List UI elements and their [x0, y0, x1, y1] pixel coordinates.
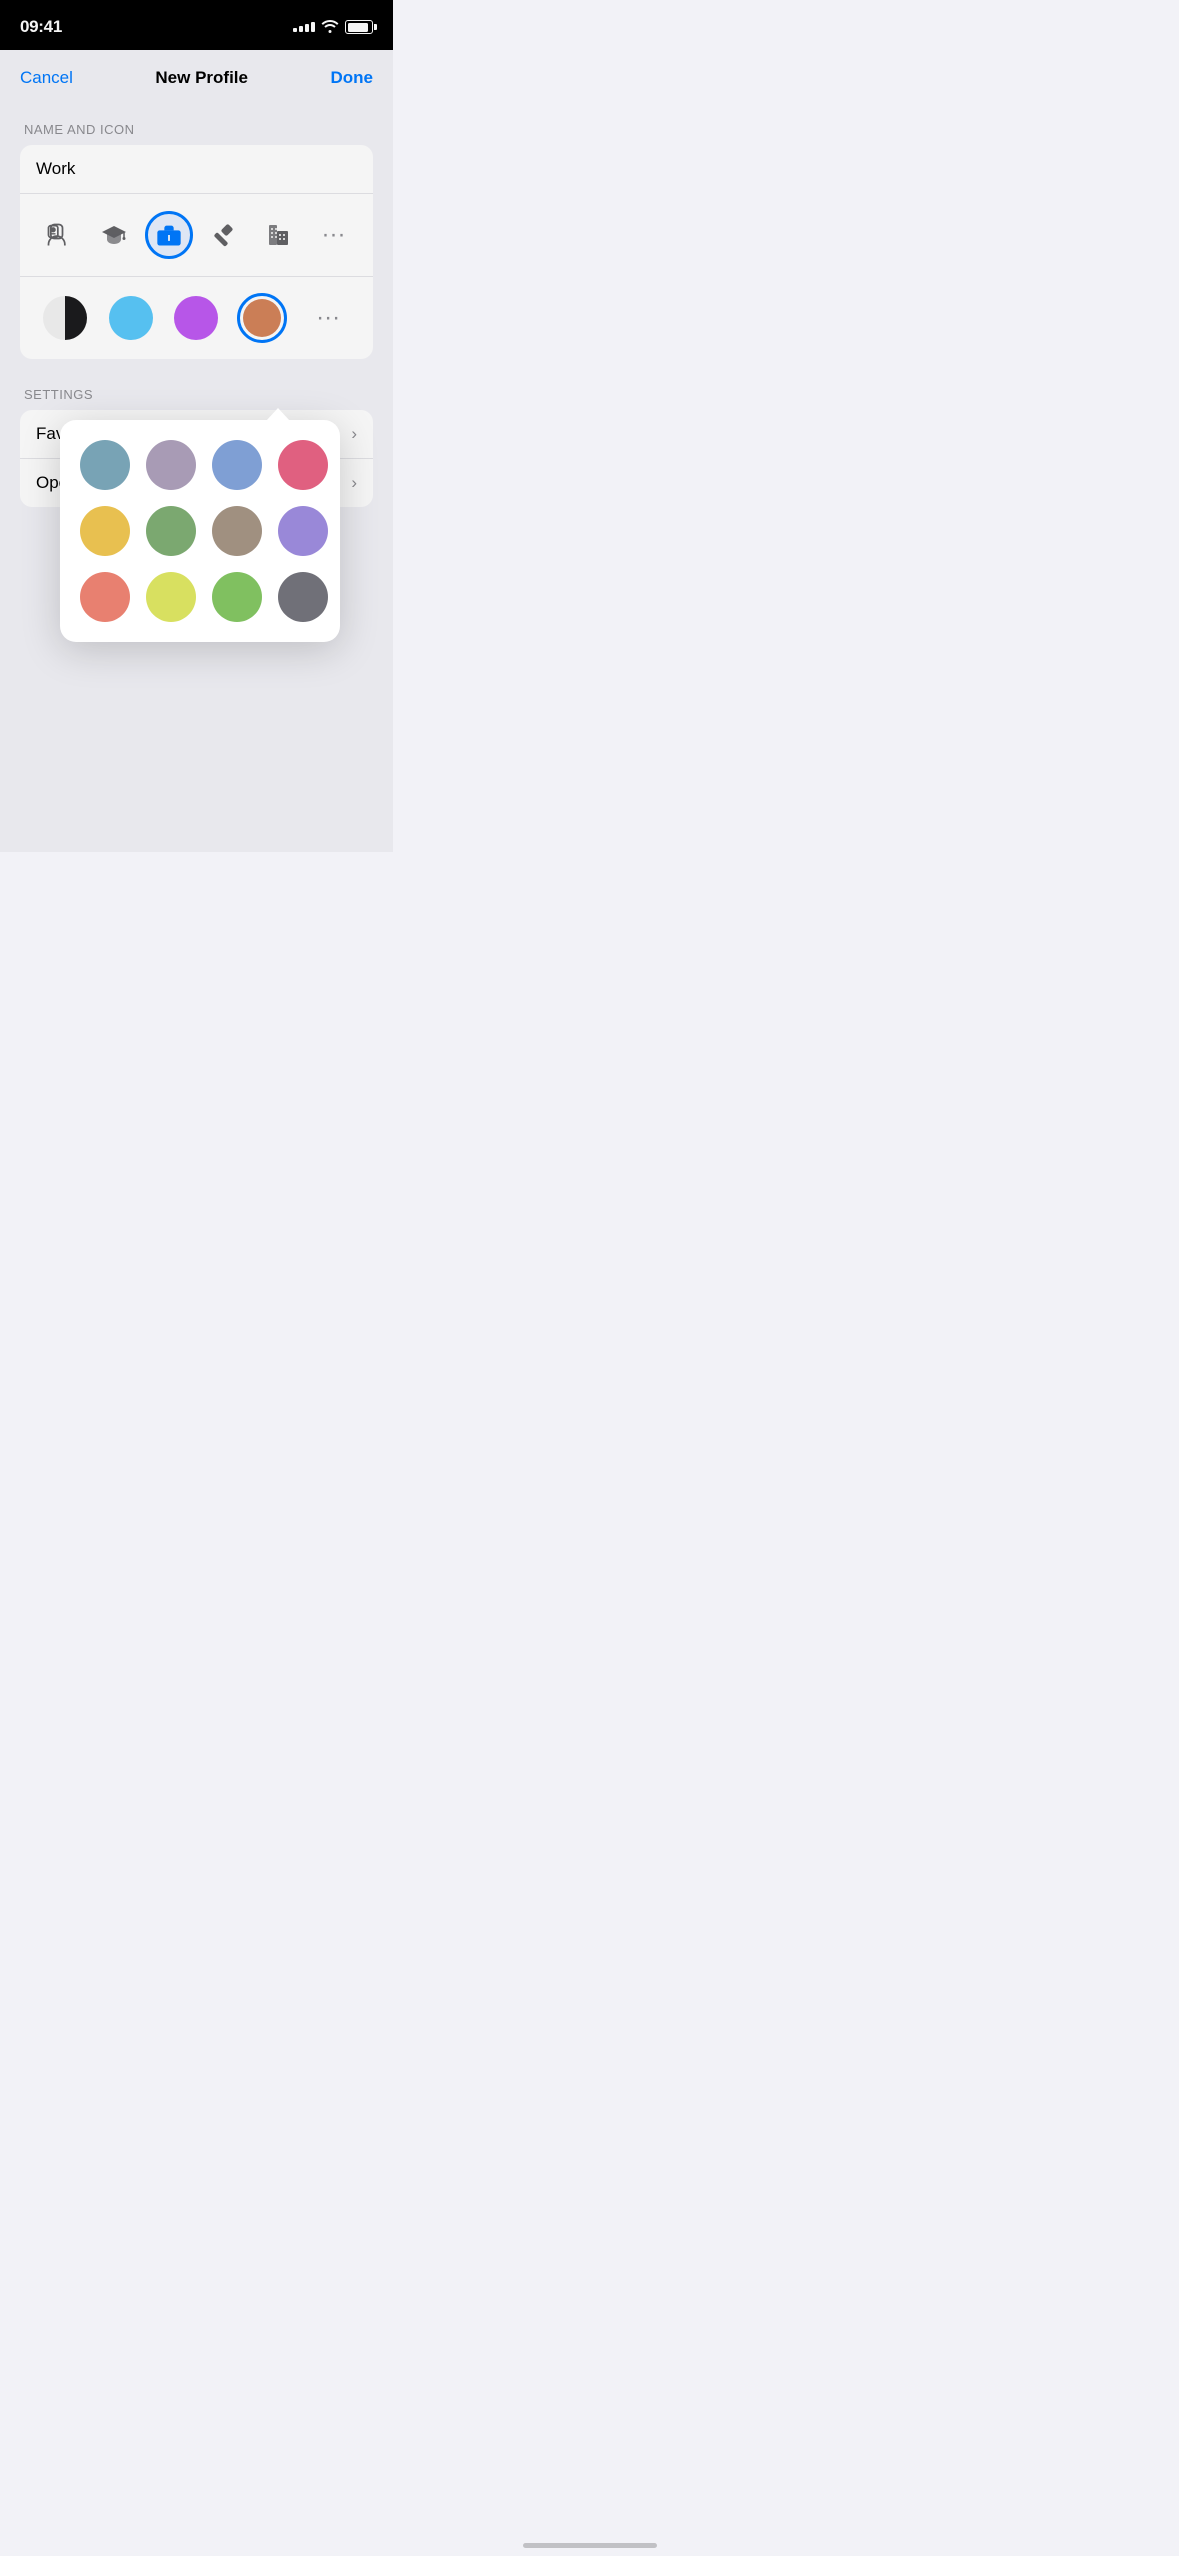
- home-indicator: [523, 2543, 657, 2548]
- color-grid-item-yellow[interactable]: [80, 506, 130, 556]
- color-grid-item-lime-yellow[interactable]: [146, 572, 196, 622]
- color-grid-item-gray[interactable]: [278, 572, 328, 622]
- color-picker-popup: [60, 420, 340, 642]
- color-grid-item-sage[interactable]: [146, 506, 196, 556]
- color-grid-item-blue[interactable]: [212, 440, 262, 490]
- color-grid-item-pink[interactable]: [278, 440, 328, 490]
- color-grid: [80, 440, 320, 622]
- color-grid-item-green[interactable]: [212, 572, 262, 622]
- popup-arrow: [266, 408, 290, 421]
- color-grid-item-teal[interactable]: [80, 440, 130, 490]
- color-grid-item-coral[interactable]: [80, 572, 130, 622]
- color-grid-item-periwinkle[interactable]: [278, 506, 328, 556]
- color-grid-item-tan[interactable]: [212, 506, 262, 556]
- color-grid-item-lavender[interactable]: [146, 440, 196, 490]
